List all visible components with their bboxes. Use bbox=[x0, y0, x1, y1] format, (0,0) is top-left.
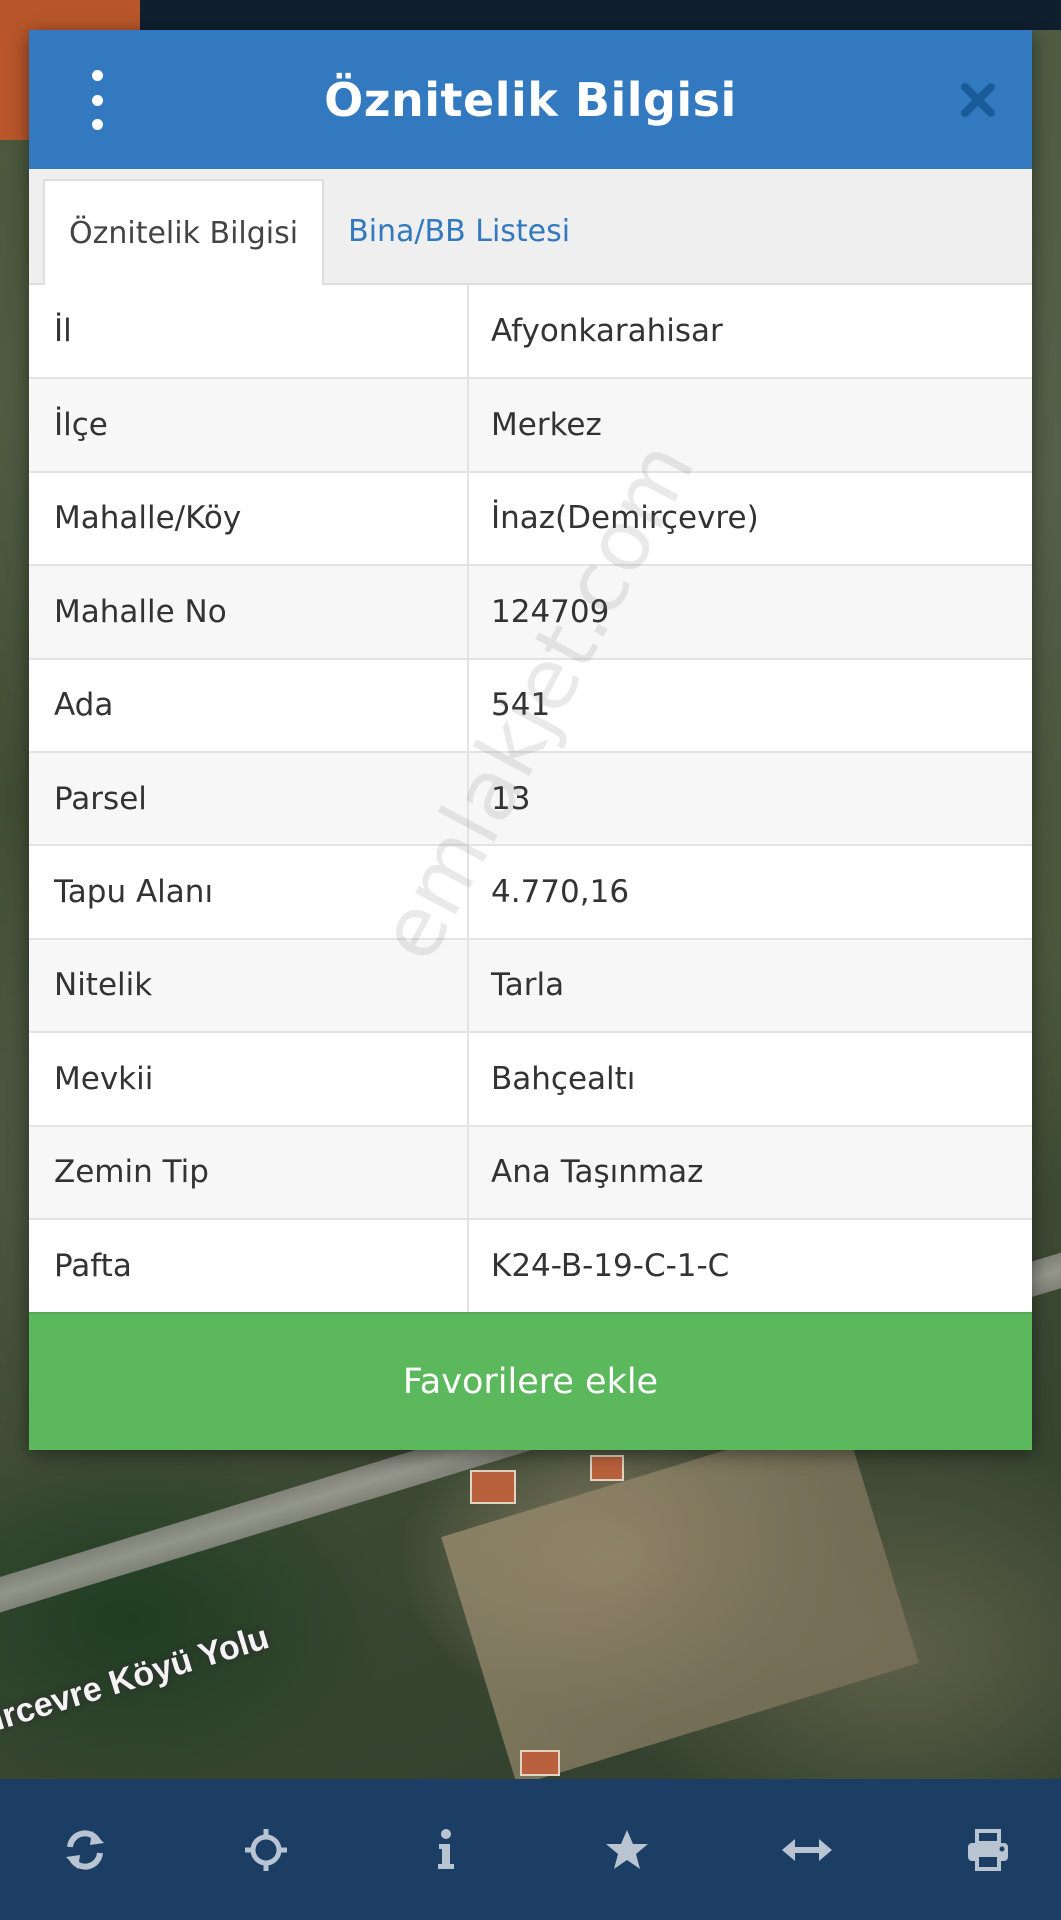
measure-icon bbox=[782, 1838, 833, 1861]
attribute-key: Ada bbox=[29, 657, 469, 752]
attribute-value: 4.770,16 bbox=[468, 844, 1032, 939]
table-row: Ada 541 bbox=[29, 657, 1032, 752]
locate-icon bbox=[244, 1828, 287, 1871]
close-button[interactable] bbox=[960, 82, 996, 118]
attribute-value: K24-B-19-C-1-C bbox=[468, 1217, 1032, 1313]
info-icon bbox=[438, 1828, 455, 1869]
map-building bbox=[470, 1470, 516, 1504]
tab-attribute-info[interactable]: Öznitelik Bilgisi bbox=[43, 179, 325, 285]
table-row: Mevkii Bahçealtı bbox=[29, 1031, 1032, 1126]
table-row: İl Afyonkarahisar bbox=[29, 285, 1032, 379]
tab-building-list[interactable]: Bina/BB Listesi bbox=[324, 179, 594, 283]
refresh-icon bbox=[66, 1829, 104, 1870]
attribute-dialog: Öznitelik Bilgisi Öznitelik Bilgisi Bina… bbox=[29, 30, 1032, 1451]
info-button[interactable] bbox=[421, 1825, 471, 1875]
table-row: İlçe Merkez bbox=[29, 377, 1032, 472]
star-icon bbox=[605, 1829, 648, 1869]
tab-bar: Öznitelik Bilgisi Bina/BB Listesi bbox=[29, 169, 1032, 285]
locate-button[interactable] bbox=[241, 1825, 291, 1875]
map-building bbox=[590, 1455, 624, 1481]
attribute-value: Tarla bbox=[468, 937, 1032, 1033]
attribute-table: İl Afyonkarahisar İlçe Merkez Mahalle/Kö… bbox=[29, 285, 1032, 1313]
attribute-value: Bahçealtı bbox=[468, 1031, 1032, 1126]
bottom-toolbar bbox=[0, 1779, 1061, 1920]
attribute-value: Afyonkarahisar bbox=[468, 285, 1032, 379]
table-row: Pafta K24-B-19-C-1-C bbox=[29, 1217, 1032, 1313]
attribute-key: Mahalle No bbox=[29, 564, 469, 659]
attribute-key: Mevkii bbox=[29, 1031, 469, 1126]
table-row: Zemin Tip Ana Taşınmaz bbox=[29, 1124, 1032, 1219]
attribute-key: Zemin Tip bbox=[29, 1124, 469, 1219]
favorites-button[interactable] bbox=[602, 1825, 652, 1875]
attribute-value: Merkez bbox=[468, 377, 1032, 472]
close-icon bbox=[961, 83, 995, 117]
print-button[interactable] bbox=[963, 1825, 1013, 1875]
attribute-key: Mahalle/Köy bbox=[29, 470, 469, 566]
attribute-key: İl bbox=[29, 285, 469, 379]
table-row: Mahalle/Köy İnaz(Demirçevre) bbox=[29, 470, 1032, 566]
map-road-label: ircevre Köyü Yolu bbox=[0, 1618, 274, 1739]
menu-dot bbox=[91, 94, 103, 106]
table-row: Nitelik Tarla bbox=[29, 937, 1032, 1033]
menu-dot bbox=[91, 70, 103, 81]
attribute-key: İlçe bbox=[29, 377, 469, 472]
map-tile bbox=[140, 0, 1061, 30]
attribute-value: 13 bbox=[468, 750, 1032, 846]
attribute-key: Tapu Alanı bbox=[29, 844, 469, 939]
attribute-value: Ana Taşınmaz bbox=[468, 1124, 1032, 1219]
attribute-key: Nitelik bbox=[29, 937, 469, 1033]
refresh-button[interactable] bbox=[60, 1825, 110, 1875]
table-row: Parsel 13 bbox=[29, 750, 1032, 846]
more-options-button[interactable] bbox=[79, 70, 115, 130]
attribute-value: 541 bbox=[468, 657, 1032, 752]
map-building bbox=[520, 1750, 560, 1776]
dialog-title: Öznitelik Bilgisi bbox=[324, 72, 737, 127]
print-icon bbox=[967, 1828, 1008, 1871]
attribute-value: İnaz(Demirçevre) bbox=[468, 470, 1032, 566]
menu-dot bbox=[91, 119, 103, 130]
add-to-favorites-button[interactable]: Favorilere ekle bbox=[29, 1312, 1032, 1451]
attribute-value: 124709 bbox=[468, 564, 1032, 659]
measure-button[interactable] bbox=[782, 1825, 833, 1875]
attribute-key: Parsel bbox=[29, 750, 469, 846]
table-row: Tapu Alanı 4.770,16 bbox=[29, 844, 1032, 939]
table-row: Mahalle No 124709 bbox=[29, 564, 1032, 659]
attribute-key: Pafta bbox=[29, 1217, 469, 1313]
dialog-header: Öznitelik Bilgisi bbox=[29, 30, 1032, 169]
